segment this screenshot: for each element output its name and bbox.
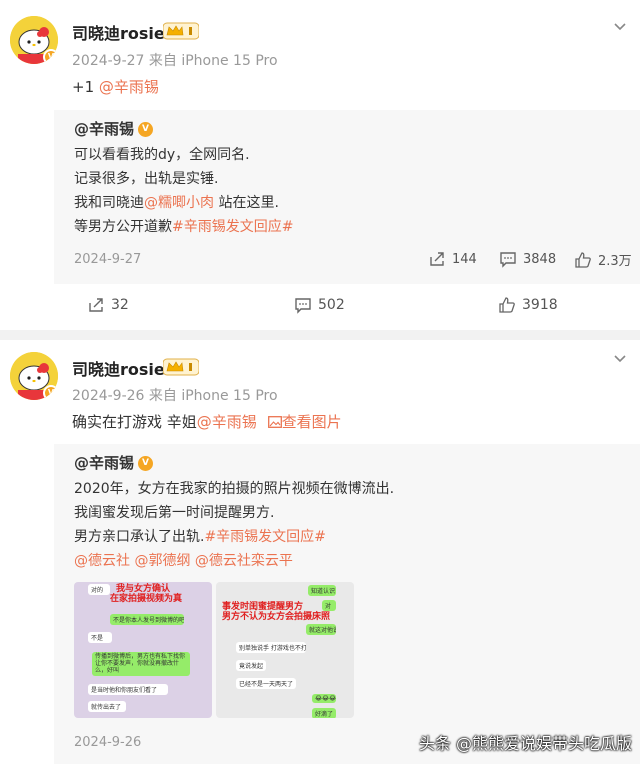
vip-crown-icon xyxy=(163,358,199,376)
quote-date: 2024-9-27 xyxy=(74,252,142,267)
quote-line: 我和司晓迪@糯唧小肉 站在这里. xyxy=(74,192,279,212)
chat-bubble: 不是你本人发号到微博的吧 xyxy=(110,614,184,625)
chat-bubble: 已经不是一天两天了 xyxy=(236,678,296,689)
chat-bubble: 别单独说手 打游戏也不打 xyxy=(236,642,306,653)
comment-count: 502 xyxy=(318,297,345,313)
chat-bubble: 对 xyxy=(322,600,336,611)
user-avatar[interactable]: V xyxy=(10,16,58,64)
quote-date: 2024-9-26 xyxy=(74,735,142,750)
view-image-label: 查看图片 xyxy=(281,413,342,431)
verified-badge-icon: V xyxy=(43,49,58,64)
post-text: +1 @辛雨锡 xyxy=(72,77,159,97)
chat-bubble: 😂😂😂 xyxy=(312,694,336,703)
post-text-prefix: +1 xyxy=(72,78,99,96)
verified-badge-icon: V xyxy=(138,122,154,137)
weibo-post-card: V 司晓迪rosie 2024-9-26 来自 iPhone 15 Pro 确实… xyxy=(0,340,640,764)
chat-bubble: 就传出去了 xyxy=(88,701,126,712)
quote-line: 我闺蜜发现后第一时间提醒男方. xyxy=(74,505,275,521)
comment-icon xyxy=(295,298,311,314)
weibo-post-card: V 司晓迪rosie 2024-9-27 来自 iPhone 15 Pro +1… xyxy=(0,0,640,330)
quote-text: 等男方公开道歉 xyxy=(74,219,172,235)
quote-line: 男方亲口承认了出轨.#辛雨锡发文回应# xyxy=(74,526,326,546)
chevron-down-icon[interactable] xyxy=(612,18,628,34)
verified-badge-icon: V xyxy=(43,385,58,400)
chat-bubble: 对的 xyxy=(88,584,110,595)
image-caption: 男方不认为女方会拍摄床照 xyxy=(222,612,331,622)
verified-badge-icon: V xyxy=(138,456,154,471)
quote-share-button[interactable]: 144 xyxy=(428,250,477,268)
quote-author[interactable]: @辛雨锡 xyxy=(74,120,134,138)
post-text-body: 确实在打游戏 辛姐 xyxy=(72,413,197,431)
like-button[interactable]: 3918 xyxy=(498,296,558,314)
quote-text: 男方亲口承认了出轨. xyxy=(74,529,205,545)
quote-text: 站在这里. xyxy=(214,195,279,211)
comment-count: 3848 xyxy=(523,251,557,267)
mention-link[interactable]: @辛雨锡 xyxy=(99,78,159,96)
thumbs-up-icon xyxy=(499,297,515,313)
quote-like-button[interactable]: 2.3万 xyxy=(574,250,632,269)
quote-line: 可以看看我的dy，全网同名. xyxy=(74,147,250,163)
mention-link[interactable]: @糯唧小肉 xyxy=(144,195,214,211)
repost-quote[interactable]: @辛雨锡 V 2020年，女方在我家的拍摄的照片视频在微博流出. 我闺蜜发现后第一… xyxy=(54,444,640,764)
quote-comment-button[interactable]: 3848 xyxy=(499,250,556,268)
vip-crown-icon xyxy=(163,22,199,40)
comment-icon xyxy=(500,252,516,268)
mention-link[interactable]: @辛雨锡 xyxy=(197,413,257,431)
watermark-text: 头条 @熊熊爱说娱带头吃瓜版 xyxy=(418,734,632,753)
share-button[interactable]: 32 xyxy=(87,296,129,314)
share-icon xyxy=(430,252,444,266)
hashtag-link[interactable]: #辛雨锡发文回应# xyxy=(172,219,293,235)
post-username[interactable]: 司晓迪rosie xyxy=(72,20,165,44)
quote-line: 记录很多，出轨是实锤. xyxy=(74,171,219,187)
post-meta: 2024-9-27 来自 iPhone 15 Pro xyxy=(72,53,278,69)
chat-bubble: 传播到微博后，男方也有私下找你让你不要发声，你就没再撤改什么，好叫 xyxy=(92,652,190,676)
chat-bubble: 好滴了 xyxy=(312,708,336,718)
comment-button[interactable]: 502 xyxy=(294,296,345,314)
chat-screenshot-image[interactable]: 我与女方确认 在家拍摄视频为真 对的 不是你本人发号到微博的吧 不是 传播到微博… xyxy=(74,582,212,718)
user-avatar[interactable]: V xyxy=(10,352,58,400)
mention-link[interactable]: @德云社栾云平 xyxy=(195,553,293,569)
mention-link[interactable]: @郭德纲 xyxy=(134,553,190,569)
chat-bubble: 就这对他说 xyxy=(306,624,336,635)
quote-author-row: @辛雨锡 V xyxy=(74,452,154,473)
chat-bubble: 是当时他和你朋友们看了 xyxy=(88,684,168,695)
image-caption: 我与女方确认 xyxy=(116,584,171,594)
image-caption: 事发时闺蜜提醒男方 xyxy=(222,602,304,612)
share-count: 144 xyxy=(452,251,477,267)
share-icon xyxy=(89,298,103,312)
chat-bubble: 知道认识 xyxy=(308,585,336,596)
chevron-down-icon[interactable] xyxy=(612,350,628,366)
share-count: 32 xyxy=(111,297,129,313)
thumbs-up-icon xyxy=(575,251,591,268)
post-text: 确实在打游戏 辛姐@辛雨锡 查看图片 xyxy=(72,412,342,432)
mention-link[interactable]: @德云社 xyxy=(74,553,130,569)
like-count: 3918 xyxy=(522,297,558,313)
chat-bubble: 竟说发起 xyxy=(236,660,266,671)
quote-author-row: @辛雨锡 V xyxy=(74,118,154,139)
view-image-link[interactable]: 查看图片 xyxy=(267,413,342,431)
like-count: 2.3万 xyxy=(598,254,632,269)
chat-screenshot-image[interactable]: 事发时闺蜜提醒男方 男方不认为女方会拍摄床照 知道认识 对 就这对他说 别单独说… xyxy=(216,582,354,718)
image-caption: 在家拍摄视频为真 xyxy=(110,594,183,604)
quote-mentions: @德云社 @郭德纲 @德云社栾云平 xyxy=(74,550,293,570)
post-meta: 2024-9-26 来自 iPhone 15 Pro xyxy=(72,388,278,404)
image-icon xyxy=(267,416,282,428)
post-username[interactable]: 司晓迪rosie xyxy=(72,356,165,380)
quote-line: 等男方公开道歉#辛雨锡发文回应# xyxy=(74,216,293,236)
quote-text: 我和司晓迪 xyxy=(74,195,144,211)
chat-bubble: 不是 xyxy=(88,632,112,643)
quote-line: 2020年，女方在我家的拍摄的照片视频在微博流出. xyxy=(74,481,395,497)
quote-author[interactable]: @辛雨锡 xyxy=(74,454,134,472)
repost-quote[interactable]: @辛雨锡 V 可以看看我的dy，全网同名. 记录很多，出轨是实锤. 我和司晓迪@糯… xyxy=(54,110,640,284)
hashtag-link[interactable]: #辛雨锡发文回应# xyxy=(204,529,325,545)
